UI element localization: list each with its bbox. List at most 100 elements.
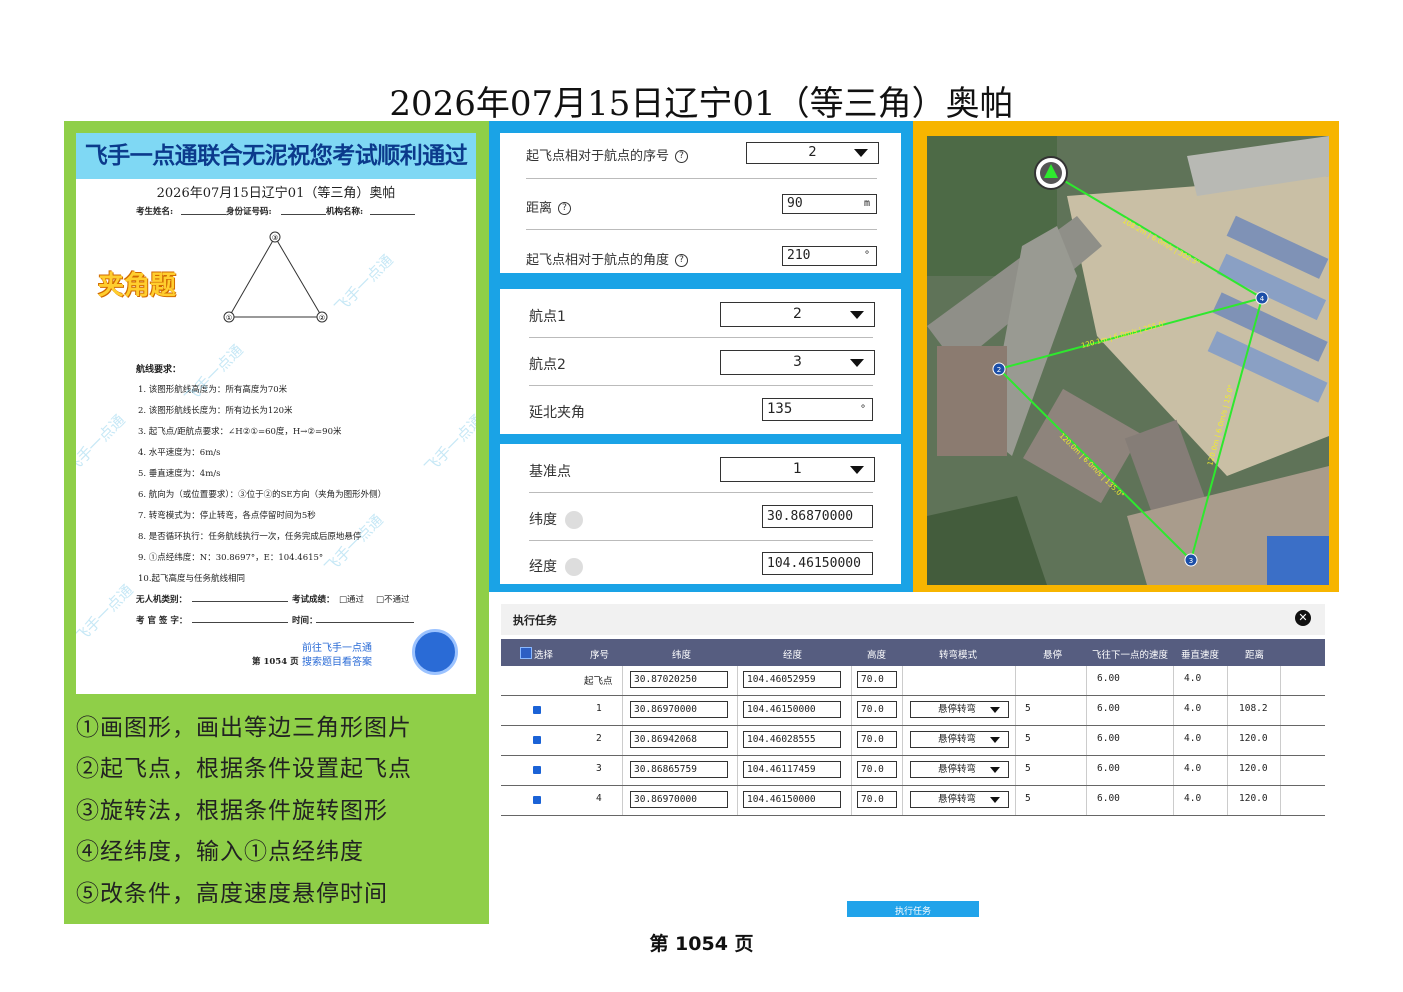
row-checkbox[interactable]	[533, 736, 541, 744]
org-name-line	[370, 204, 415, 215]
help-icon[interactable]: ?	[675, 150, 689, 163]
task-panel: 执行任务 ✕ 选择 序号 纬度 经度 高度 转弯模式 悬停 飞往下一点的速度 垂…	[501, 604, 1325, 816]
row-turn-select[interactable]: 悬停转弯	[910, 701, 1009, 718]
row-lon-input[interactable]: 104.46150000	[743, 791, 841, 808]
takeoff-card: 起飞点相对于航点的序号? 2 距离? 90 m 起飞点相对于航点的角度? 210 °	[500, 133, 901, 273]
latitude-input[interactable]: 30.86870000	[762, 505, 873, 528]
base-point-select[interactable]: 1	[720, 457, 875, 482]
row-lat-input[interactable]: 30.86942068	[630, 731, 728, 748]
row-speed: 6.00	[1097, 793, 1120, 804]
exam-banner: 飞手一点通联合无泥祝您考试顺利通过	[76, 133, 476, 179]
chevron-down-icon	[990, 737, 1000, 743]
fail-checkbox[interactable]: □不通过	[376, 593, 410, 605]
row-alt-input[interactable]: 70.0	[857, 731, 897, 748]
requirement-item: 8. 是否循环执行：任务航线执行一次，任务完成后原地悬停	[138, 532, 362, 542]
waypoint-2-label: 航点2	[529, 357, 566, 373]
exam-paper: 飞手一点通联合无泥祝您考试顺利通过 2026年07月15日辽宁01（等三角）奥帕…	[76, 133, 476, 694]
row-alt-input[interactable]: 70.0	[857, 761, 897, 778]
row-alt-input[interactable]: 70.0	[857, 671, 897, 688]
paper-page-label: 第 1054 页	[252, 657, 299, 667]
org-name-label: 机构名称:	[326, 207, 364, 217]
row-seq: 4	[596, 793, 602, 804]
base-point-card: 基准点 1 纬度 30.86870000 经度 104.46150000	[500, 444, 901, 584]
row-alt-input[interactable]: 70.0	[857, 791, 897, 808]
row-speed: 6.00	[1097, 733, 1120, 744]
requirement-item: 7. 转弯模式为：停止转弯，各点停留时间为5秒	[138, 511, 316, 521]
row-vspeed: 4.0	[1184, 763, 1202, 774]
triangle-diagram: ③ ① ②	[223, 231, 328, 323]
north-angle-input[interactable]: 135 °	[762, 398, 873, 421]
row-dist: 120.0	[1239, 733, 1268, 744]
page-number: 第 1054 页	[649, 933, 754, 955]
watermark-text: 飞手一点通	[76, 410, 129, 477]
col-lon: 经度	[783, 650, 803, 661]
divider	[529, 337, 873, 338]
requirement-item: 5. 垂直速度为：4m/s	[138, 469, 221, 479]
row-checkbox[interactable]	[533, 796, 541, 804]
latitude-row: 纬度	[529, 509, 583, 529]
row-seq: 2	[596, 733, 602, 744]
chevron-down-icon	[990, 797, 1000, 803]
row-turn-value: 悬停转弯	[938, 734, 977, 745]
longitude-input[interactable]: 104.46150000	[762, 552, 873, 575]
help-icon[interactable]: ?	[558, 202, 572, 215]
row-vspeed: 4.0	[1184, 703, 1202, 714]
qr-code-icon[interactable]	[412, 629, 458, 675]
examiner-signature-label: 考 官 签 字：	[136, 616, 188, 626]
row-turn-select[interactable]: 悬停转弯	[910, 731, 1009, 748]
promo-line-1: 前往飞手一点通	[302, 643, 372, 654]
row-lon-input[interactable]: 104.46028555	[743, 731, 841, 748]
takeoff-seq-select[interactable]: 2	[746, 142, 879, 164]
paper-title: 2026年07月15日辽宁01（等三角）奥帕	[156, 186, 396, 201]
row-lon-input[interactable]: 104.46052959	[743, 671, 841, 688]
watermark-text: 飞手一点通	[76, 580, 137, 647]
chevron-down-icon	[854, 149, 868, 157]
candidate-name-line	[181, 204, 226, 215]
chevron-down-icon	[850, 465, 864, 474]
waypoint-2-marker: 2	[997, 366, 1001, 374]
row-lat-input[interactable]: 30.87020250	[630, 671, 728, 688]
close-icon[interactable]: ✕	[1295, 610, 1311, 626]
help-icon[interactable]: ?	[675, 254, 689, 267]
pass-checkbox[interactable]: □通过	[339, 593, 364, 605]
row-hover: 5	[1025, 793, 1031, 804]
distance-unit: m	[863, 198, 870, 209]
distance-input[interactable]: 90 m	[782, 194, 877, 214]
row-lon-input[interactable]: 104.46150000	[743, 701, 841, 718]
row-alt-input[interactable]: 70.0	[857, 701, 897, 718]
row-seq: 1	[596, 703, 602, 714]
waypoint-2-select[interactable]: 3	[720, 350, 875, 375]
waypoint-3-marker: 3	[1189, 557, 1193, 565]
row-checkbox[interactable]	[533, 706, 541, 714]
uav-type-label: 无人机类别：	[136, 595, 188, 605]
chevron-down-icon	[850, 358, 864, 367]
row-lon-input[interactable]: 104.46117459	[743, 761, 841, 778]
col-turn: 转弯模式	[939, 650, 978, 661]
row-turn-select[interactable]: 悬停转弯	[910, 791, 1009, 808]
takeoff-angle-row: 起飞点相对于航点的角度?	[526, 249, 689, 268]
locate-icon[interactable]	[565, 558, 583, 576]
takeoff-angle-input[interactable]: 210 °	[782, 246, 877, 266]
row-dist: 120.0	[1239, 793, 1268, 804]
select-all-checkbox[interactable]	[520, 647, 532, 659]
task-title: 执行任务	[513, 614, 557, 627]
satellite-map[interactable]: 108.2m | 6.0m/s | 302.3° 120.1m | 6.0m/s…	[927, 136, 1329, 585]
divider	[529, 540, 873, 541]
waypoint-1-select[interactable]: 2	[720, 302, 875, 327]
table-row: 2 30.86942068 104.46028555 70.0 悬停转弯 5 6…	[501, 726, 1325, 756]
row-lat-input[interactable]: 30.86865759	[630, 761, 728, 778]
time-label: 时间：	[292, 616, 318, 626]
row-vspeed: 4.0	[1184, 673, 1202, 684]
execute-task-button[interactable]: 执行任务	[847, 901, 979, 917]
table-row: 4 30.86970000 104.46150000 70.0 悬停转弯 5 6…	[501, 786, 1325, 816]
north-angle-value: 135	[767, 401, 793, 417]
locate-icon[interactable]	[565, 511, 583, 529]
row-lat-input[interactable]: 30.86970000	[630, 791, 728, 808]
candidate-name-label: 考生姓名:	[136, 207, 174, 217]
row-checkbox[interactable]	[533, 766, 541, 774]
table-header: 选择 序号 纬度 经度 高度 转弯模式 悬停 飞往下一点的速度 垂直速度 距离	[501, 639, 1325, 666]
col-alt: 高度	[867, 650, 887, 661]
row-vspeed: 4.0	[1184, 793, 1202, 804]
row-turn-select[interactable]: 悬停转弯	[910, 761, 1009, 778]
row-lat-input[interactable]: 30.86970000	[630, 701, 728, 718]
